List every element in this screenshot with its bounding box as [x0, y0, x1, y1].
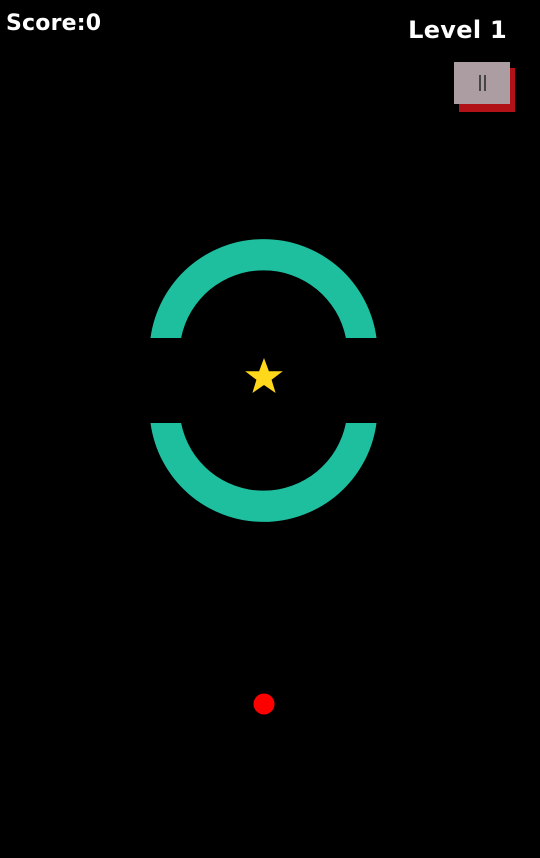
ring-segment-bottom	[150, 423, 377, 522]
ring-segment-top	[150, 239, 377, 338]
star-icon	[245, 358, 283, 393]
game-canvas[interactable]	[0, 0, 540, 858]
player-ball	[253, 693, 275, 715]
